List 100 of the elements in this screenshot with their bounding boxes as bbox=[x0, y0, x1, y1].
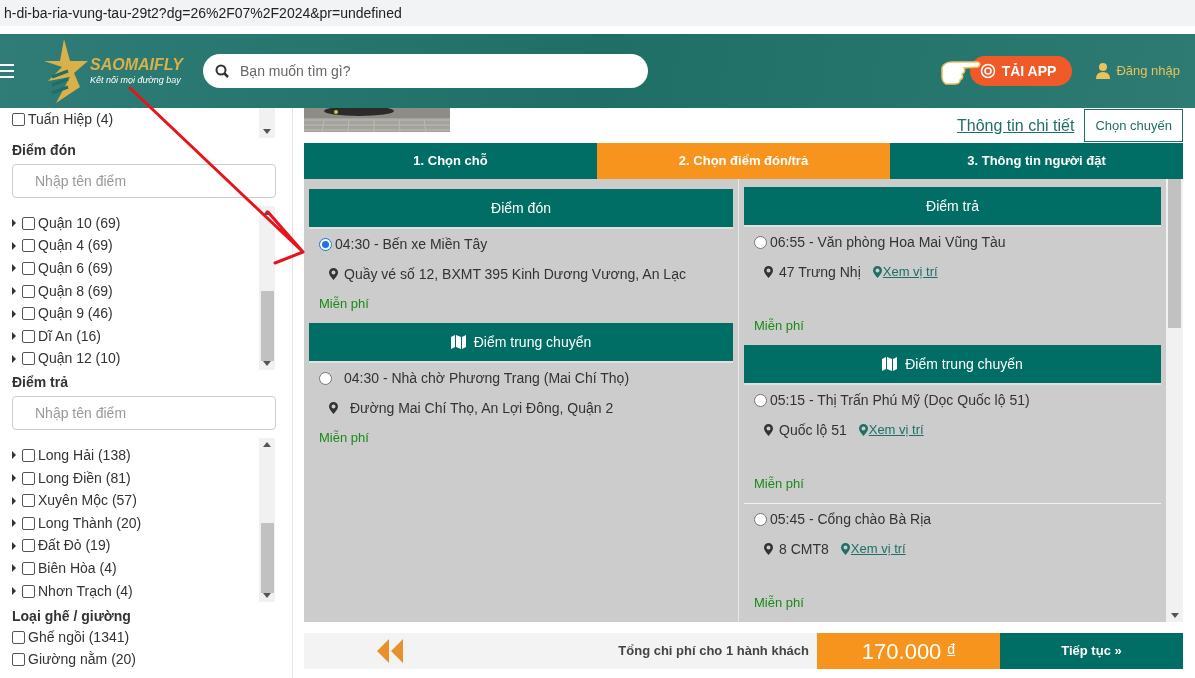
stop-address: Quầy vé số 12, BXMT 395 Kinh Dương Vương, An Lạc bbox=[344, 264, 686, 284]
checkbox[interactable] bbox=[22, 584, 35, 598]
radio-button[interactable] bbox=[754, 512, 767, 526]
filter-label: Xuyên Mộc (57) bbox=[38, 491, 137, 511]
price-note: Miễn phí bbox=[753, 317, 805, 336]
step-tab[interactable]: 1. Chọn chỗ bbox=[304, 143, 597, 179]
download-app-button[interactable]: TẢI APP bbox=[969, 56, 1073, 86]
location-pin-icon bbox=[764, 543, 773, 555]
checkbox[interactable] bbox=[22, 494, 35, 508]
stop-address: Đường Mai Chí Thọ, An Lợi Đông, Quận 2 bbox=[350, 398, 614, 418]
stop-name: 05:45 - Cổng chào Bà Rịa bbox=[770, 509, 932, 529]
filter-search-field[interactable]: Nhập tên điểm bbox=[12, 164, 276, 198]
location-pin-icon bbox=[840, 543, 850, 555]
logo-tagline: Kết nối mọi đường bay bbox=[90, 74, 182, 86]
filter-label: Quận 6 (69) bbox=[38, 259, 113, 278]
url-text: h-di-ba-ria-vung-tau-29t2?dg=26%2F07%2F2024&pr=undefined bbox=[4, 3, 402, 23]
expand-caret-icon[interactable] bbox=[12, 354, 16, 363]
view-location-link[interactable]: Xem vị trí bbox=[858, 420, 924, 440]
checkbox[interactable] bbox=[22, 561, 35, 575]
expand-caret-icon[interactable] bbox=[12, 474, 16, 483]
expand-caret-icon[interactable] bbox=[12, 219, 16, 228]
expand-caret-icon[interactable] bbox=[12, 264, 16, 273]
filter-label: Đất Đỏ (19) bbox=[38, 536, 111, 556]
expand-caret-icon[interactable] bbox=[12, 587, 16, 595]
checkbox[interactable] bbox=[22, 471, 35, 485]
filter-label: Quận 4 (69) bbox=[38, 236, 113, 256]
currency-sign: đ bbox=[947, 640, 956, 659]
price-note: Miễn phí bbox=[318, 295, 370, 314]
checkbox[interactable] bbox=[22, 329, 35, 343]
expand-caret-icon[interactable] bbox=[12, 541, 16, 550]
filter-label: Biên Hòa (4) bbox=[38, 558, 117, 578]
price-note: Miễn phí bbox=[318, 429, 370, 448]
scrollbar[interactable] bbox=[259, 206, 275, 371]
filter-label: Quận 10 (69) bbox=[38, 213, 121, 233]
checkbox[interactable] bbox=[22, 216, 35, 230]
radio-button[interactable] bbox=[319, 237, 332, 251]
checkbox[interactable] bbox=[22, 239, 35, 253]
choose-trip-button[interactable]: Chọn chuyến bbox=[1084, 109, 1183, 142]
view-location-link[interactable]: Xem vị trí bbox=[840, 539, 906, 559]
filter-title: Loại ghế / giường bbox=[12, 607, 132, 627]
checkbox[interactable] bbox=[22, 352, 35, 366]
radio-button[interactable] bbox=[754, 393, 767, 407]
logo-name: SAOMAIFLY bbox=[90, 56, 184, 74]
total-cost-label: Tổng chi phí cho 1 hành khách bbox=[618, 642, 809, 661]
stop-name: 06:55 - Văn phòng Hoa Mai Vũng Tàu bbox=[770, 232, 1006, 252]
location-pin-icon bbox=[764, 266, 773, 278]
expand-caret-icon[interactable] bbox=[12, 287, 16, 296]
expand-caret-icon[interactable] bbox=[12, 496, 16, 505]
section-title: Điểm trung chuyển bbox=[473, 332, 592, 352]
section-header: Điểm trả bbox=[744, 187, 1161, 227]
filter-label: Dĩ An (16) bbox=[38, 326, 102, 346]
step-tab[interactable]: 2. Chọn điểm đón/trả bbox=[597, 143, 890, 179]
search-icon bbox=[215, 64, 230, 78]
filter-search-field[interactable]: Nhập tên điểm bbox=[12, 396, 276, 431]
scrollbar[interactable] bbox=[1166, 179, 1183, 622]
radio-button[interactable] bbox=[319, 371, 332, 385]
scrollbar[interactable] bbox=[259, 108, 275, 138]
checkbox[interactable] bbox=[12, 652, 25, 666]
expand-caret-icon[interactable] bbox=[12, 332, 16, 341]
step-tab[interactable]: 3. Thông tin người đặt bbox=[890, 143, 1183, 179]
section-header: Điểm đón bbox=[309, 189, 733, 229]
menu-icon[interactable] bbox=[0, 62, 14, 80]
checkbox[interactable] bbox=[22, 448, 35, 462]
checkbox[interactable] bbox=[22, 262, 35, 275]
stop-name: 04:30 - Bến xe Miền Tây bbox=[335, 234, 488, 254]
view-location-link[interactable]: Xem vị trí bbox=[872, 262, 938, 282]
continue-button[interactable]: Tiếp tục » bbox=[1000, 633, 1183, 669]
location-pin-icon bbox=[329, 402, 338, 414]
location-pin-icon bbox=[872, 266, 882, 278]
expand-caret-icon[interactable] bbox=[12, 519, 16, 528]
search-field[interactable]: Bạn muốn tìm gì? bbox=[203, 54, 649, 88]
filter-label: Long Hải (138) bbox=[38, 445, 131, 465]
login-link[interactable]: Đăng nhập bbox=[1096, 61, 1180, 81]
filter-label: Long Thành (20) bbox=[38, 513, 142, 533]
expand-caret-icon[interactable] bbox=[12, 451, 16, 460]
location-pin-icon bbox=[858, 424, 868, 436]
location-pin-icon bbox=[329, 268, 338, 280]
scrollbar[interactable] bbox=[259, 438, 275, 603]
expand-caret-icon[interactable] bbox=[12, 309, 16, 318]
filter-title: Điểm trả bbox=[12, 373, 70, 391]
checkbox[interactable] bbox=[12, 112, 25, 126]
map-icon bbox=[882, 357, 898, 371]
details-link[interactable]: Thông tin chi tiết bbox=[956, 113, 1075, 138]
price-value: 170.000 bbox=[861, 637, 942, 666]
map-icon bbox=[450, 335, 466, 349]
section-title: Điểm trung chuyển bbox=[905, 354, 1023, 374]
filter-title: Điểm đón bbox=[12, 141, 77, 158]
checkbox[interactable] bbox=[22, 539, 35, 553]
price-note: Miễn phí bbox=[753, 594, 805, 613]
filter-label: Tuấn Hiệp (4) bbox=[28, 109, 114, 129]
checkbox[interactable] bbox=[22, 307, 35, 321]
checkbox[interactable] bbox=[12, 630, 25, 644]
checkbox[interactable] bbox=[22, 516, 35, 530]
target-icon bbox=[979, 63, 996, 79]
stop-address: 47 Trưng Nhị bbox=[779, 262, 861, 282]
checkbox[interactable] bbox=[22, 284, 35, 298]
expand-caret-icon[interactable] bbox=[12, 241, 16, 250]
radio-button[interactable] bbox=[754, 235, 767, 249]
filter-label: Nhơn Trạch (4) bbox=[38, 581, 133, 601]
expand-caret-icon[interactable] bbox=[12, 564, 16, 573]
